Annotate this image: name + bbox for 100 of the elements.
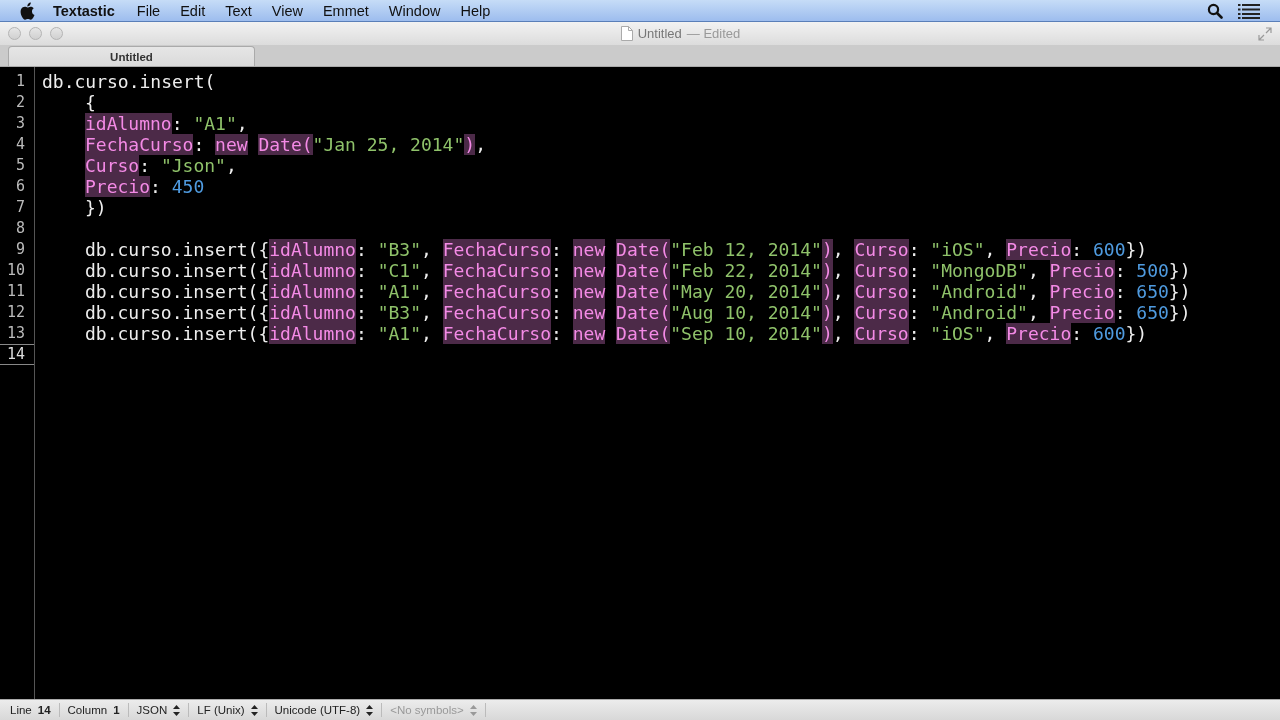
- string-literal: "iOS": [930, 323, 985, 344]
- code-text: :: [908, 239, 921, 260]
- code-text: :: [551, 281, 563, 302]
- string-literal: "C1": [377, 260, 421, 281]
- highlighted-token: Date(: [258, 134, 313, 155]
- number-literal: 500: [1136, 260, 1169, 281]
- menu-item[interactable]: Window: [378, 2, 451, 19]
- code-text: ,: [832, 239, 845, 260]
- code-text: ,: [984, 239, 997, 260]
- highlighted-token: Precio: [1006, 239, 1072, 260]
- popup-button[interactable]: LF (Unix): [189, 703, 267, 717]
- highlighted-token: new: [572, 260, 606, 281]
- line-number: 12: [5, 302, 26, 323]
- popup-button[interactable]: Unicode (UTF-8): [266, 703, 383, 717]
- number-literal: 450: [171, 176, 205, 197]
- code-text: }): [1168, 260, 1191, 281]
- highlighted-token: Precio: [1006, 323, 1072, 344]
- tab[interactable]: Untitled: [8, 46, 255, 66]
- close-button[interactable]: [8, 27, 21, 40]
- code-text: ,: [421, 239, 433, 260]
- app-menu[interactable]: Textastic: [53, 2, 127, 19]
- code-text: db.curso.insert({: [85, 260, 270, 281]
- highlighted-token: Date(: [616, 239, 671, 260]
- code-text: }): [1125, 323, 1148, 344]
- code-text: :: [355, 239, 368, 260]
- code-text: ,: [1027, 281, 1040, 302]
- menu-item[interactable]: Edit: [170, 2, 216, 19]
- string-literal: "A1": [377, 281, 421, 302]
- line-number: 14: [0, 344, 34, 365]
- fullscreen-icon[interactable]: [1258, 26, 1272, 41]
- number-literal: 650: [1136, 281, 1169, 302]
- menu-item[interactable]: Emmet: [312, 2, 379, 19]
- menu-item[interactable]: File: [126, 2, 171, 19]
- highlighted-token: new: [572, 302, 606, 323]
- window-title: Untitled: [637, 26, 682, 41]
- minimize-button[interactable]: [29, 27, 42, 40]
- number-literal: 650: [1136, 302, 1169, 323]
- menu-item[interactable]: Help: [450, 2, 501, 19]
- code-text: :: [908, 323, 921, 344]
- highlighted-token: idAlumno: [269, 281, 356, 302]
- code-text: ,: [1027, 260, 1040, 281]
- highlighted-token: FechaCurso: [442, 302, 552, 323]
- apple-logo-icon[interactable]: [19, 1, 35, 20]
- code-text: db.curso.insert(: [42, 71, 216, 92]
- line-number: 4: [14, 134, 26, 155]
- up-down-arrows-icon: [366, 704, 374, 716]
- code-text: :: [908, 260, 921, 281]
- code-text: :: [171, 113, 184, 134]
- up-down-arrows-icon: [469, 704, 477, 716]
- highlighted-token: ): [821, 260, 833, 281]
- highlighted-token: Date(: [616, 302, 671, 323]
- highlighted-token: FechaCurso: [442, 239, 552, 260]
- string-literal: "Feb 22, 2014": [670, 260, 822, 281]
- list-icon[interactable]: [1238, 2, 1260, 19]
- highlighted-token: Curso: [854, 323, 909, 344]
- highlighted-token: idAlumno: [269, 302, 356, 323]
- highlighted-token: Curso: [854, 239, 909, 260]
- string-literal: "Android": [930, 281, 1028, 302]
- code-text: ,: [421, 302, 433, 323]
- highlighted-token: FechaCurso: [442, 323, 552, 344]
- string-literal: "A1": [193, 113, 237, 134]
- highlighted-token: FechaCurso: [85, 134, 194, 155]
- highlighted-token: idAlumno: [85, 113, 172, 134]
- menu-item[interactable]: Text: [215, 2, 262, 19]
- string-literal: "Feb 12, 2014": [670, 239, 822, 260]
- code-text: {: [85, 92, 96, 113]
- string-literal: "A1": [377, 323, 421, 344]
- string-literal: "Jan 25, 2014": [312, 134, 465, 155]
- code-text: :: [355, 323, 368, 344]
- code-text: :: [355, 302, 368, 323]
- edited-status: — Edited: [686, 26, 741, 41]
- highlighted-token: FechaCurso: [442, 260, 552, 281]
- string-literal: "Json": [160, 155, 226, 176]
- document-icon: [620, 26, 633, 41]
- string-literal: "May 20, 2014": [670, 281, 822, 302]
- code-text: ,: [832, 323, 845, 344]
- menu-item[interactable]: View: [261, 2, 313, 19]
- highlighted-token: Precio: [85, 176, 151, 197]
- code-text: :: [1071, 323, 1084, 344]
- line-number: 7: [14, 197, 26, 218]
- highlighted-token: new: [572, 281, 606, 302]
- string-literal: "B3": [377, 302, 421, 323]
- code-text: :: [1114, 302, 1127, 323]
- code-text: :: [193, 134, 206, 155]
- code-text: ,: [832, 260, 845, 281]
- string-literal: "MongoDB": [930, 260, 1028, 281]
- popup-button[interactable]: JSON: [128, 703, 190, 717]
- code-text: ,: [236, 113, 248, 134]
- line-number: 8: [14, 218, 26, 239]
- code-text: db.curso.insert({: [85, 239, 270, 260]
- number-literal: 600: [1092, 239, 1126, 260]
- code-text: :: [139, 155, 152, 176]
- code-text: :: [551, 239, 563, 260]
- cursor-position: Line 14: [2, 703, 60, 717]
- zoom-button[interactable]: [50, 27, 63, 40]
- code-text: }): [85, 197, 107, 218]
- code-text: ,: [1027, 302, 1040, 323]
- number-literal: 600: [1092, 323, 1126, 344]
- search-icon[interactable]: [1207, 2, 1223, 19]
- highlighted-token: Curso: [854, 302, 909, 323]
